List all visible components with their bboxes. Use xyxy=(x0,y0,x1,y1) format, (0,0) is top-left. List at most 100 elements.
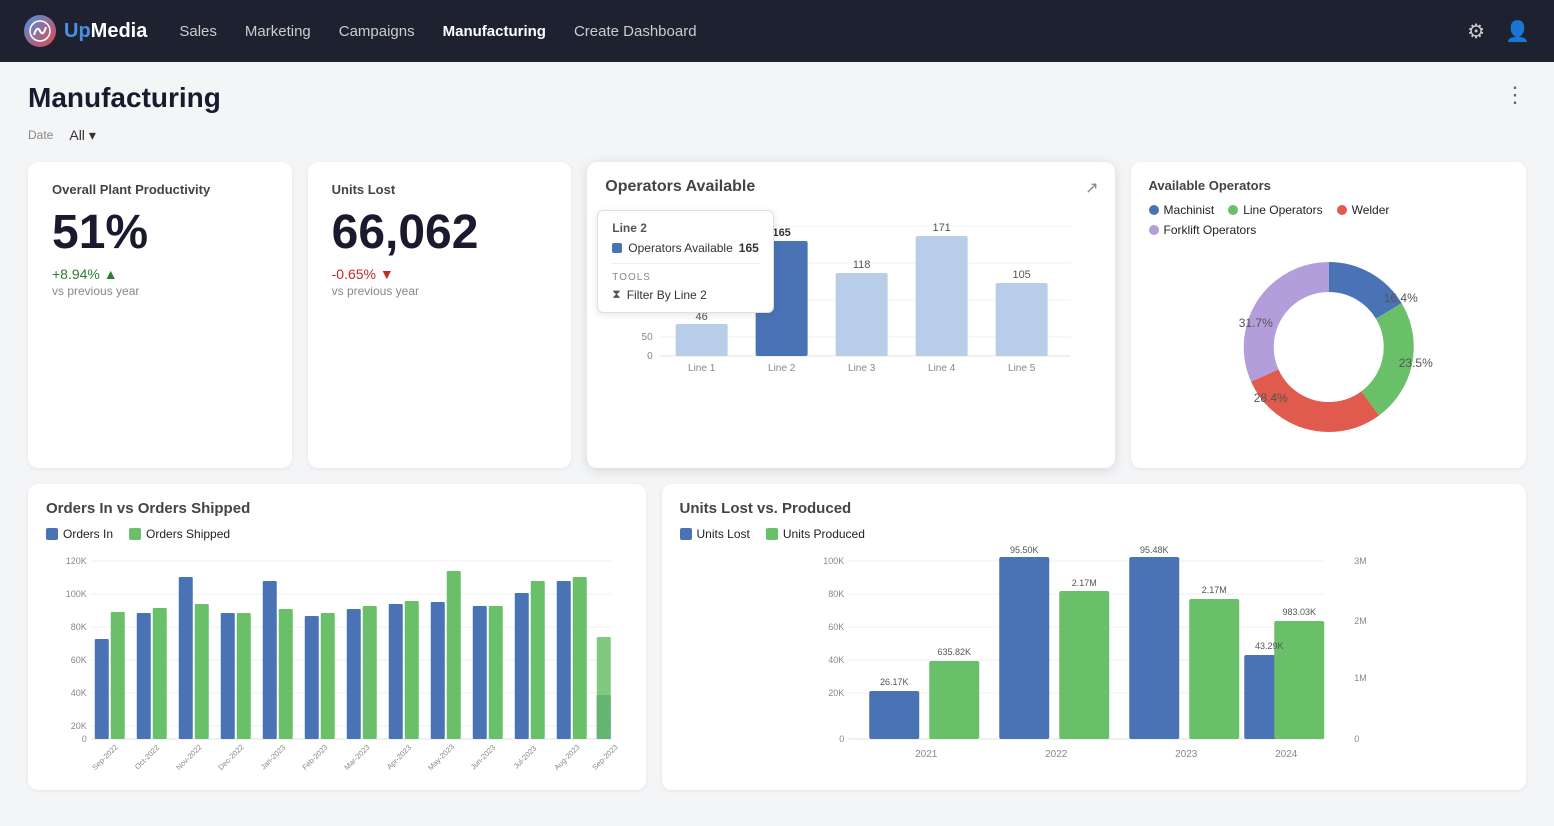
nav-create-dashboard[interactable]: Create Dashboard xyxy=(574,23,697,40)
svg-text:43.29K: 43.29K xyxy=(1254,641,1283,651)
svg-text:Line 2: Line 2 xyxy=(768,363,796,374)
units-lost-title: Units Lost xyxy=(332,182,548,197)
svg-text:95.50K: 95.50K xyxy=(1009,545,1038,555)
user-icon[interactable]: 👤 xyxy=(1505,19,1530,44)
svg-text:Line 5: Line 5 xyxy=(1008,363,1036,374)
svg-text:3M: 3M xyxy=(1354,556,1367,566)
label-line-operators: 23.5% xyxy=(1398,356,1432,370)
page-menu-icon[interactable]: ⋮ xyxy=(1504,82,1526,108)
bar-group-mar2023: Mar-2023 xyxy=(342,606,376,772)
operators-available-card: Operators Available ↗ Line 2 Operators A… xyxy=(587,162,1114,468)
bar-group-may2023: May-2023 xyxy=(426,571,461,772)
svg-text:Jun-2023: Jun-2023 xyxy=(469,743,497,771)
svg-text:Jul-2023: Jul-2023 xyxy=(512,744,539,771)
svg-text:0: 0 xyxy=(647,351,653,362)
legend-units-produced: Units Produced xyxy=(766,527,865,541)
units-lost-card: Units Lost 66,062 -0.65% ▼ vs previous y… xyxy=(308,162,572,468)
filter-value[interactable]: All ▾ xyxy=(69,127,96,144)
svg-text:20K: 20K xyxy=(828,688,844,698)
units-bar-chart-svg: 100K 80K 60K 40K 20K 0 3M 2M 1M 0 xyxy=(680,549,1509,769)
units-lost-produced-title: Units Lost vs. Produced xyxy=(680,500,1509,517)
productivity-title: Overall Plant Productivity xyxy=(52,182,268,197)
svg-text:Aug-2023: Aug-2023 xyxy=(552,743,581,772)
legend-orders-in: Orders In xyxy=(46,527,113,541)
logo[interactable]: UpMedia xyxy=(24,15,147,47)
legend-machinist: Machinist xyxy=(1149,203,1215,217)
legend-line-operators: Line Operators xyxy=(1228,203,1322,217)
expand-icon[interactable]: ↗ xyxy=(1085,178,1098,198)
units-produced-legend-label: Units Produced xyxy=(783,527,865,541)
units-lost-produced-card: Units Lost vs. Produced Units Lost Units… xyxy=(662,484,1527,790)
bar-group-nov2022: Nov-2022 xyxy=(174,577,208,772)
orders-shipped-label: Orders Shipped xyxy=(146,527,230,541)
productivity-sub: vs previous year xyxy=(52,284,268,298)
bar-group-2023: 95.48K 2.17M 2023 xyxy=(1129,545,1239,760)
donut-legend: Machinist Line Operators Welder Forklift… xyxy=(1149,203,1508,237)
page-title: Manufacturing xyxy=(28,82,221,114)
filter-tool-row[interactable]: ⧗ Filter By Line 2 xyxy=(612,287,759,302)
svg-text:100K: 100K xyxy=(823,556,844,566)
tooltip-legend-value: 165 xyxy=(739,241,759,255)
svg-text:2.17M: 2.17M xyxy=(1071,578,1096,588)
bar-line3[interactable] xyxy=(836,273,888,356)
label-machinist: 16.4% xyxy=(1383,291,1417,305)
svg-text:2M: 2M xyxy=(1354,616,1367,626)
nav-marketing[interactable]: Marketing xyxy=(245,23,311,40)
settings-icon[interactable]: ⚙ xyxy=(1467,19,1485,44)
forklift-dot xyxy=(1149,225,1159,235)
svg-text:26.17K: 26.17K xyxy=(879,677,908,687)
bar-group-feb2023: Feb-2023 xyxy=(300,613,334,772)
logo-text: UpMedia xyxy=(64,20,147,43)
svg-text:0: 0 xyxy=(1354,734,1359,744)
svg-text:0: 0 xyxy=(839,734,844,744)
legend-units-lost: Units Lost xyxy=(680,527,750,541)
units-lost-value: 66,062 xyxy=(332,207,548,260)
welder-label: Welder xyxy=(1352,203,1390,217)
svg-text:983.03K: 983.03K xyxy=(1282,607,1316,617)
svg-text:Line 4: Line 4 xyxy=(928,363,956,374)
nav-links: Sales Marketing Campaigns Manufacturing … xyxy=(179,23,1435,40)
svg-text:171: 171 xyxy=(933,222,951,234)
svg-text:40K: 40K xyxy=(828,655,844,665)
bar-line5[interactable] xyxy=(996,283,1048,356)
svg-text:Sep-2023: Sep-2023 xyxy=(590,743,619,772)
svg-text:Line 3: Line 3 xyxy=(848,363,876,374)
svg-text:Apr-2023: Apr-2023 xyxy=(385,743,413,771)
svg-text:Line 1: Line 1 xyxy=(688,363,716,374)
orders-shipped-sq xyxy=(129,528,141,540)
bar-group-oct2022: Oct-2022 xyxy=(133,608,167,771)
navbar: UpMedia Sales Marketing Campaigns Manufa… xyxy=(0,0,1554,62)
svg-text:Feb-2023: Feb-2023 xyxy=(300,743,329,772)
svg-text:Dec-2022: Dec-2022 xyxy=(216,743,245,772)
svg-text:Sep-2022: Sep-2022 xyxy=(90,743,119,772)
bar-line1[interactable] xyxy=(676,324,728,356)
orders-in-label: Orders In xyxy=(63,527,113,541)
page-header: Manufacturing ⋮ xyxy=(28,82,1526,114)
svg-text:1M: 1M xyxy=(1354,673,1367,683)
machinist-label: Machinist xyxy=(1164,203,1215,217)
svg-text:120K: 120K xyxy=(66,556,87,566)
units-lost-produced-legend: Units Lost Units Produced xyxy=(680,527,1509,541)
bar-group-jan2023: Jan-2023 xyxy=(259,581,293,771)
nav-campaigns[interactable]: Campaigns xyxy=(339,23,415,40)
bar-line4[interactable] xyxy=(916,236,968,356)
svg-text:165: 165 xyxy=(773,227,791,239)
orders-in-sq xyxy=(46,528,58,540)
svg-text:2024: 2024 xyxy=(1275,749,1298,760)
tooltip-legend-row: Operators Available 165 xyxy=(612,241,759,255)
svg-text:50: 50 xyxy=(642,332,654,343)
forklift-label: Forklift Operators xyxy=(1164,223,1257,237)
bar-group-jul2023: Jul-2023 xyxy=(512,581,545,771)
svg-text:May-2023: May-2023 xyxy=(426,742,456,772)
bar-group-2022: 95.50K 2.17M 2022 xyxy=(999,545,1109,760)
available-operators-title: Available Operators xyxy=(1149,178,1508,193)
bar-group-jun2023: Jun-2023 xyxy=(469,606,503,771)
units-lost-sub: vs previous year xyxy=(332,284,548,298)
nav-manufacturing[interactable]: Manufacturing xyxy=(443,23,546,40)
units-lost-legend-label: Units Lost xyxy=(697,527,750,541)
svg-text:60K: 60K xyxy=(71,655,87,665)
nav-sales[interactable]: Sales xyxy=(179,23,217,40)
available-operators-card: Available Operators Machinist Line Opera… xyxy=(1131,162,1526,468)
svg-text:105: 105 xyxy=(1013,269,1031,281)
tooltip-line: Line 2 xyxy=(612,221,759,235)
